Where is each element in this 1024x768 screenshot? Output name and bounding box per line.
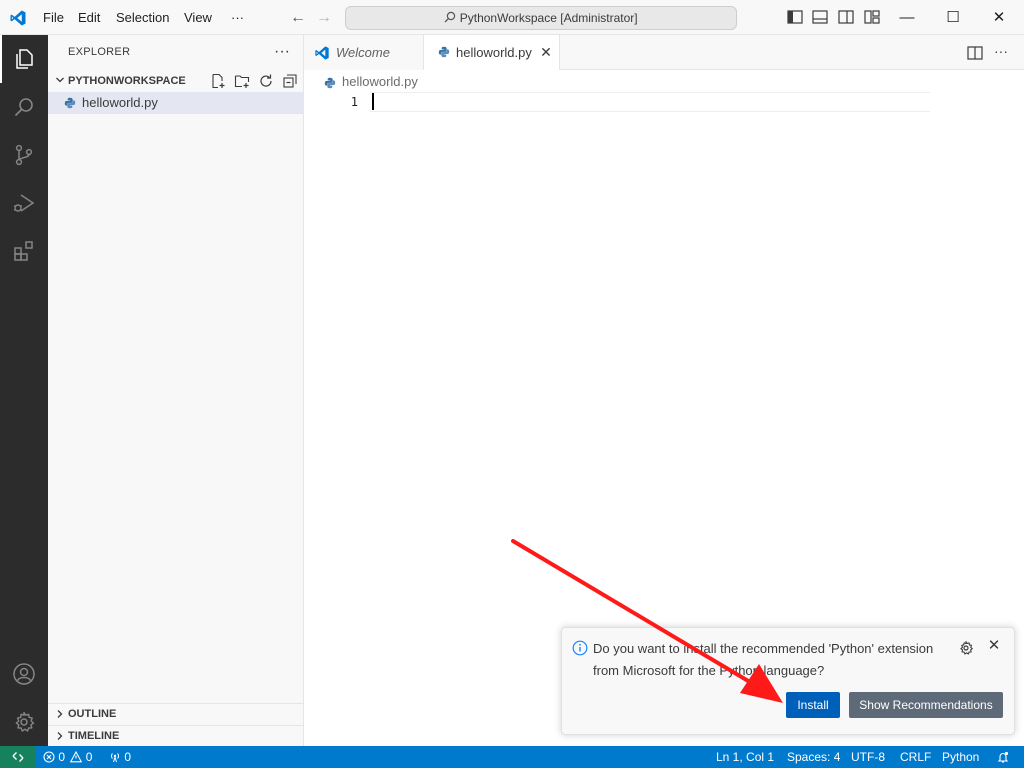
gear-icon[interactable] [958,640,974,656]
activity-run-debug[interactable] [0,179,48,227]
vscode-logo-icon [315,46,329,60]
workspace-header[interactable]: PYTHONWORKSPACE [48,70,304,92]
chevron-right-icon [57,732,63,740]
python-file-icon [324,77,336,89]
activity-search[interactable] [0,83,48,131]
back-arrow-icon[interactable]: ← [288,8,308,28]
activity-bar [0,35,48,746]
collapse-all-icon[interactable] [282,73,298,89]
python-file-icon [64,97,76,109]
editor-tab-bar: Welcome helloworld.py ✕ ··· [304,35,1024,70]
broadcast-icon [110,753,120,763]
language-mode-indicator[interactable]: Python [942,746,979,768]
warning-icon [70,750,83,763]
activity-explorer[interactable] [0,35,48,83]
toggle-primary-sidebar-icon[interactable] [786,9,804,25]
ports-indicator[interactable]: 0 [109,746,131,768]
activity-source-control[interactable] [0,131,48,179]
remote-icon [12,752,24,762]
sidebar-title: EXPLORER [68,46,131,58]
chevron-down-icon [56,77,64,83]
new-file-icon[interactable] [210,73,226,89]
chevron-right-icon [57,710,63,718]
run-debug-icon [14,194,35,212]
encoding-indicator[interactable]: UTF-8 [851,746,885,768]
current-line-highlight[interactable] [370,92,930,112]
cursor-position[interactable]: Ln 1, Col 1 [716,746,774,768]
file-item-label: helloworld.py [82,95,158,110]
timeline-section[interactable]: TIMELINE [48,725,304,747]
problems-indicator[interactable]: 0 0 [43,746,92,768]
toggle-panel-icon[interactable] [811,9,829,25]
extension-recommendation-notification: Do you want to install the recommended '… [561,627,1015,735]
workspace-title: PYTHONWORKSPACE [68,75,186,87]
ports-count: 0 [124,750,132,764]
activity-manage[interactable] [0,698,48,746]
activity-accounts[interactable] [0,650,48,698]
install-button[interactable]: Install [786,692,840,718]
close-notification-icon[interactable]: ✕ [986,638,1002,654]
timeline-title: TIMELINE [68,730,120,742]
menu-selection[interactable]: Selection [109,0,176,35]
tab-welcome[interactable]: Welcome [304,35,424,70]
new-folder-icon[interactable] [234,73,250,89]
outline-section[interactable]: OUTLINE [48,703,304,725]
gear-icon [15,711,35,732]
source-control-icon [15,144,33,166]
account-icon [13,663,35,685]
refresh-icon[interactable] [258,73,274,89]
status-bar: 0 0 0 Ln 1, Col 1 Spaces: 4 UTF-8 CRLF P… [0,746,1024,768]
text-cursor [372,93,374,110]
menu-edit[interactable]: Edit [71,0,107,35]
toggle-secondary-sidebar-icon[interactable] [837,9,855,25]
tab-label: Welcome [336,45,390,60]
minimize-button[interactable]: — [884,0,930,35]
indentation-indicator[interactable]: Spaces: 4 [787,746,840,768]
command-center-label: PythonWorkspace [Administrator] [459,11,638,25]
line-number: 1 [350,95,358,109]
eol-indicator[interactable]: CRLF [900,746,931,768]
search-icon [444,11,456,23]
forward-arrow-icon[interactable]: → [314,8,334,28]
tab-helloworld[interactable]: helloworld.py ✕ [424,35,560,70]
menu-view[interactable]: View [177,0,219,35]
error-count: 0 [58,750,66,764]
title-bar: File Edit Selection View ··· ← → PythonW… [0,0,1024,35]
show-recommendations-button[interactable]: Show Recommendations [849,692,1003,718]
files-icon [16,49,33,69]
split-editor-icon[interactable] [966,44,984,62]
search-icon [14,98,33,117]
file-item-helloworld[interactable]: helloworld.py [48,92,304,114]
customize-layout-icon[interactable] [863,9,881,25]
editor-more-actions[interactable]: ··· [992,44,1010,62]
menu-file[interactable]: File [36,0,71,35]
close-window-button[interactable]: ✕ [976,0,1022,35]
close-tab-icon[interactable]: ✕ [538,44,554,60]
outline-title: OUTLINE [68,708,117,720]
extensions-icon [14,241,33,261]
notification-message: Do you want to install the recommended '… [593,641,934,678]
vscode-logo-icon [10,10,26,26]
tab-label: helloworld.py [456,45,532,60]
notifications-bell-icon[interactable] [997,751,1009,763]
command-center-search[interactable]: PythonWorkspace [Administrator] [345,6,737,30]
breadcrumb-file-label: helloworld.py [342,74,418,89]
menu-more[interactable]: ··· [224,0,251,35]
sidebar-more-actions[interactable]: ··· [272,43,292,63]
explorer-sidebar: EXPLORER ··· PYTHONWORKSPACE helloworld.… [48,35,304,746]
remote-indicator[interactable] [0,746,36,768]
maximize-button[interactable]: ☐ [930,0,976,35]
warning-count: 0 [85,750,93,764]
info-icon [572,640,588,656]
error-icon [43,751,55,763]
python-file-icon [438,46,450,58]
activity-extensions[interactable] [0,227,48,275]
